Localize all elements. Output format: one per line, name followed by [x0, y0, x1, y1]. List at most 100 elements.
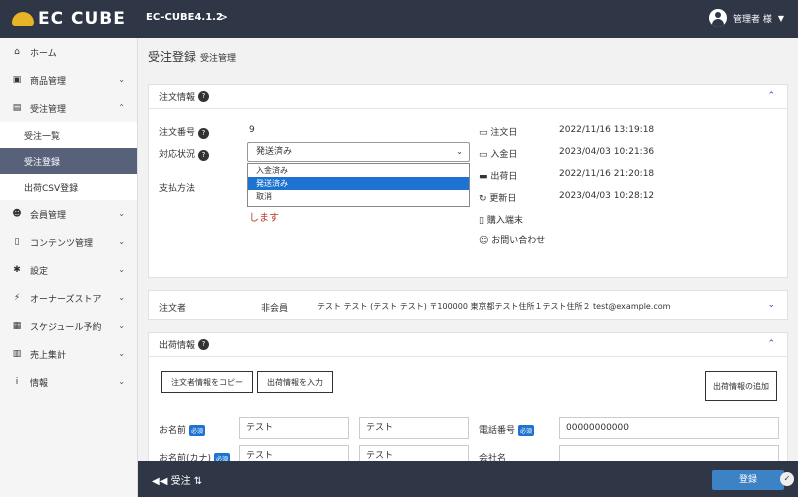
chevron-down-icon: ⌄: [118, 75, 125, 84]
order-no-value: 9: [249, 125, 255, 135]
updated-date-label: ↻ 更新日: [479, 194, 517, 204]
chevron-up-icon[interactable]: ⌃: [767, 91, 775, 101]
version-label[interactable]: EC-CUBE4.1.2: [146, 12, 223, 23]
sidebar-item-products[interactable]: ▣ 商品管理 ⌄: [0, 66, 137, 94]
sidebar-item-customers[interactable]: ☻ 会員管理 ⌄: [0, 200, 137, 228]
member-type: 非会員: [261, 304, 289, 314]
page-title-text: 受注登録: [148, 50, 197, 64]
mobile-icon: ▯: [479, 216, 484, 226]
cart-icon: ▤: [12, 103, 22, 113]
help-icon[interactable]: ?: [198, 91, 210, 102]
order-info-header[interactable]: 注文情報? ⌃: [149, 85, 787, 109]
warning-text: します: [249, 213, 279, 224]
enter-shipping-button[interactable]: 出荷情報を入力: [257, 371, 333, 393]
back-arrow-icon: ◀◀: [152, 476, 168, 487]
chevron-down-icon: ▼: [777, 13, 784, 23]
status-dropdown[interactable]: 入金済み 発送済み 取消: [247, 163, 470, 207]
calendar-icon: ▭: [479, 128, 488, 138]
cube-icon: ▣: [12, 75, 22, 85]
footer-bar: ◀◀ 受注 ⇅ 登録 ✓: [138, 461, 798, 497]
add-shipping-button[interactable]: 出荷情報の追加: [705, 371, 777, 401]
status-option[interactable]: 入金済み: [248, 164, 469, 177]
sidebar-subitem-order-list[interactable]: 受注一覧: [0, 122, 137, 148]
chevron-right-icon[interactable]: >: [218, 10, 228, 24]
gear-icon: ✱: [13, 265, 21, 275]
order-info-title: 注文情報: [159, 93, 196, 103]
user-avatar-icon: [708, 9, 727, 27]
help-icon[interactable]: ?: [198, 128, 210, 139]
sidebar: ⌂ ホーム ▣ 商品管理 ⌄ ▤ 受注管理 ⌃ 受注一覧 受注登録 出荷CSV登…: [0, 38, 138, 497]
truck-icon: ▬: [479, 172, 488, 182]
order-date-value: 2022/11/16 13:19:18: [559, 125, 655, 135]
swap-icon: ⇅: [193, 476, 203, 487]
payment-label: 支払方法: [159, 184, 196, 194]
status-option-selected[interactable]: 発送済み: [248, 177, 469, 190]
sidebar-item-label: 会員管理: [30, 210, 67, 221]
refresh-icon: ↻: [479, 194, 487, 204]
last-name-input[interactable]: テスト: [239, 417, 349, 439]
status-option[interactable]: 取消: [248, 190, 469, 203]
status-select[interactable]: 発送済み ⌄: [247, 142, 470, 162]
orderer-summary: テスト テスト (テスト テスト) 〒100000 東京都テスト住所１テスト住所…: [317, 302, 671, 311]
shipping-date-label: ▬ 出荷日: [479, 172, 518, 182]
shipping-title: 出荷情報: [159, 341, 196, 351]
sidebar-item-contents[interactable]: ▯ コンテンツ管理 ⌄: [0, 228, 137, 256]
name-label: お名前 必須: [159, 425, 206, 436]
calendar-icon: ▭: [479, 150, 488, 160]
file-icon: ▯: [14, 237, 20, 247]
top-bar: EC CUBE EC-CUBE4.1.2 > 管理者 様 ▼: [0, 0, 798, 38]
user-menu[interactable]: 管理者 様 ▼: [708, 9, 784, 27]
chevron-down-icon: ⌄: [118, 265, 125, 274]
sidebar-item-label: 売上集計: [30, 350, 67, 361]
logo-text: EC CUBE: [38, 9, 126, 29]
back-link[interactable]: ◀◀ 受注 ⇅: [152, 472, 202, 487]
status-selected-value: 発送済み: [256, 147, 293, 157]
register-button[interactable]: 登録: [712, 470, 784, 490]
sidebar-item-owners-store[interactable]: ⚡ オーナーズストア ⌄: [0, 284, 137, 312]
inquiry-label: ☺ お問い合わせ: [479, 236, 546, 246]
sidebar-item-label: コンテンツ管理: [30, 238, 94, 249]
order-date-label: ▭ 注文日: [479, 128, 518, 138]
shipping-header[interactable]: 出荷情報? ⌃: [149, 333, 787, 357]
help-icon[interactable]: ?: [198, 339, 210, 350]
chevron-down-icon: ⌄: [118, 321, 125, 330]
chevron-down-icon: ⌄: [118, 237, 125, 246]
info-icon: i: [15, 377, 19, 387]
logo[interactable]: EC CUBE: [12, 8, 126, 30]
sidebar-item-home[interactable]: ⌂ ホーム: [0, 38, 137, 66]
sidebar-item-label: 受注管理: [30, 104, 67, 115]
order-no-label: 注文番号?: [159, 125, 210, 139]
device-label: ▯ 購入端末: [479, 216, 523, 226]
sidebar-subitem-order-register[interactable]: 受注登録: [0, 148, 137, 174]
plug-icon: ⚡: [13, 293, 21, 303]
chat-icon: ☺: [479, 236, 489, 246]
first-name-input[interactable]: テスト: [359, 417, 469, 439]
sidebar-item-label: スケジュール予約: [30, 322, 102, 333]
sidebar-item-sales[interactable]: ▥ 売上集計 ⌄: [0, 340, 137, 368]
cube-logo-icon: [12, 12, 34, 26]
sidebar-item-info[interactable]: i 情報 ⌄: [0, 368, 137, 396]
help-icon[interactable]: ?: [198, 150, 210, 161]
sidebar-item-schedule[interactable]: ▦ スケジュール予約 ⌄: [0, 312, 137, 340]
copy-orderer-button[interactable]: 注文者情報をコピー: [161, 371, 253, 393]
sidebar-subitem-shipping-csv[interactable]: 出荷CSV登録: [0, 174, 137, 200]
orderer-card[interactable]: 注文者 非会員 テスト テスト (テスト テスト) 〒100000 東京都テスト…: [148, 290, 788, 320]
sidebar-item-label: 設定: [30, 266, 49, 277]
sidebar-item-settings[interactable]: ✱ 設定 ⌄: [0, 256, 137, 284]
status-label: 対応状況?: [159, 147, 210, 161]
chevron-down-icon: ⌄: [118, 377, 125, 386]
chevron-up-icon[interactable]: ⌃: [767, 339, 775, 349]
chevron-down-icon: ⌄: [456, 147, 463, 156]
chevron-down-icon: ⌄: [118, 349, 125, 358]
sidebar-item-label: 情報: [30, 378, 49, 389]
corner-badge-icon[interactable]: ✓: [780, 472, 794, 486]
main-content: 受注登録 受注管理 注文情報? ⌃ 注文番号? 9 対応状況? 発送済み ⌄ 入金…: [138, 38, 798, 497]
chevron-down-icon[interactable]: ⌄: [767, 300, 775, 310]
users-icon: ☻: [12, 209, 22, 219]
shipping-date-value: 2022/11/16 21:20:18: [559, 169, 655, 179]
phone-input[interactable]: 00000000000: [559, 417, 779, 439]
order-info-card: 注文情報? ⌃ 注文番号? 9 対応状況? 発送済み ⌄ 入金済み 発送済み 取…: [148, 84, 788, 278]
page-subtitle: 受注管理: [200, 54, 237, 64]
sidebar-item-orders[interactable]: ▤ 受注管理 ⌃: [0, 94, 137, 122]
calendar-icon: ▦: [12, 321, 22, 331]
